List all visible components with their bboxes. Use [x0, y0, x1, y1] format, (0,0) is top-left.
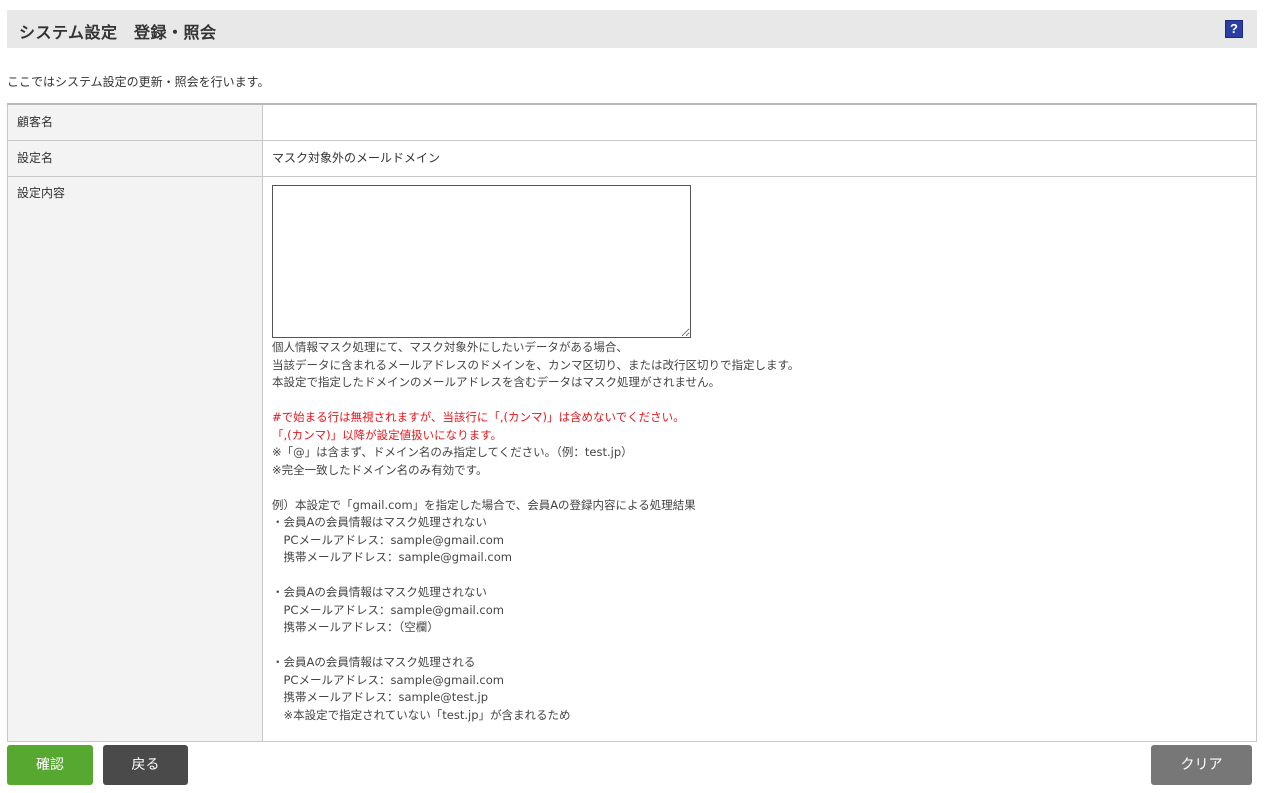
- setting-help-notes: 個人情報マスク処理にて、マスク対象外にしたいデータがある場合、当該データに含まれ…: [272, 339, 1247, 724]
- note-line: ・会員Aの会員情報はマスク処理されない: [272, 515, 487, 529]
- note-line: [272, 392, 1247, 410]
- setting-content-label: 設定内容: [7, 176, 263, 742]
- note-line: 携帯メールアドレス：sample@gmail.com: [272, 550, 512, 564]
- note-line: ※「@」は含まず、ドメイン名のみ指定してください。（例：test.jp）: [272, 445, 633, 459]
- row-customer: 顧客名: [7, 103, 1257, 141]
- row-setting-content: 設定内容 個人情報マスク処理にて、マスク対象外にしたいデータがある場合、当該デー…: [7, 176, 1257, 742]
- row-setting-name: 設定名 マスク対象外のメールドメイン: [7, 140, 1257, 177]
- note-line: 携帯メールアドレス：（空欄）: [272, 620, 439, 634]
- note-line: 例）本設定で「gmail.com」を指定した場合で、会員Aの登録内容による処理結…: [272, 497, 696, 512]
- setting-content-textarea[interactable]: [272, 185, 691, 338]
- page-description: ここではシステム設定の更新・照会を行います。: [7, 75, 270, 89]
- customer-label: 顧客名: [7, 103, 263, 141]
- setting-content-cell: 個人情報マスク処理にて、マスク対象外にしたいデータがある場合、当該データに含まれ…: [262, 176, 1257, 742]
- confirm-button[interactable]: 確認: [7, 745, 93, 785]
- clear-button[interactable]: クリア: [1151, 745, 1252, 785]
- back-button[interactable]: 戻る: [103, 745, 188, 785]
- setting-name-value: マスク対象外のメールドメイン: [262, 140, 1257, 177]
- note-line: ・会員Aの会員情報はマスク処理される: [272, 655, 476, 669]
- note-line: 携帯メールアドレス：sample@test.jp: [272, 690, 489, 704]
- note-line: [272, 479, 1247, 497]
- warning-note-line: 「,(カンマ)」以降が設定値扱いになります。: [272, 427, 502, 442]
- note-line: 当該データに含まれるメールアドレスのドメインを、カンマ区切り、または改行区切りで…: [272, 357, 800, 372]
- note-line: PCメールアドレス：sample@gmail.com: [272, 532, 504, 547]
- note-line: 個人情報マスク処理にて、マスク対象外にしたいデータがある場合、: [272, 340, 628, 354]
- note-line: [272, 637, 1247, 655]
- help-icon[interactable]: ?: [1225, 20, 1243, 38]
- note-line: [272, 567, 1247, 585]
- warning-note-line: #で始まる行は無視されますが、当該行に「,(カンマ)」は含めないでください。: [272, 410, 685, 424]
- setting-name-label: 設定名: [7, 140, 263, 177]
- page-title: システム設定 登録・照会: [19, 23, 217, 42]
- note-line: ※完全一致したドメイン名のみ有効です。: [272, 462, 488, 477]
- note-line: PCメールアドレス：sample@gmail.com: [272, 602, 504, 617]
- customer-value: [262, 103, 1257, 141]
- note-line: ※本設定で指定されていない「test.jp」が含まれるため: [272, 707, 571, 722]
- note-line: PCメールアドレス：sample@gmail.com: [272, 672, 504, 687]
- note-line: ・会員Aの会員情報はマスク処理されない: [272, 585, 487, 599]
- page-header: システム設定 登録・照会 ?: [7, 10, 1257, 48]
- settings-form-table: 顧客名 設定名 マスク対象外のメールドメイン 設定内容 個人情報マスク処理にて、…: [7, 103, 1257, 742]
- note-line: 本設定で指定したドメインのメールアドレスを含むデータはマスク処理がされません。: [272, 375, 721, 389]
